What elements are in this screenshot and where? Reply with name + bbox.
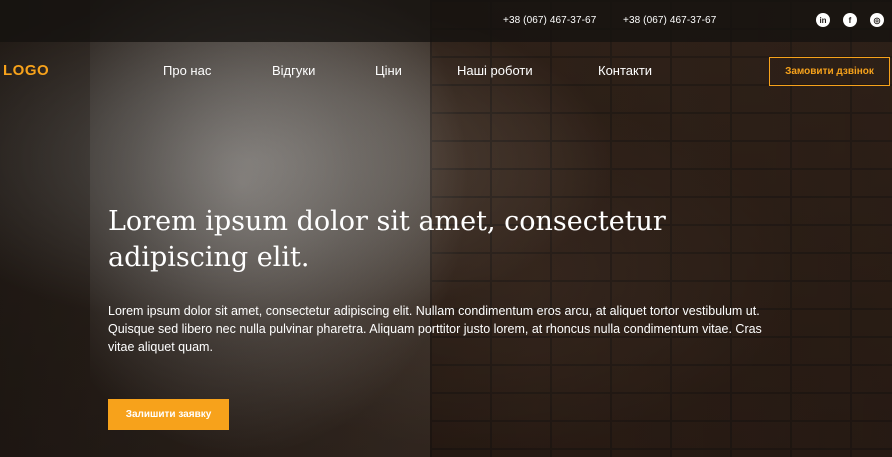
linkedin-icon[interactable]: in	[816, 13, 830, 27]
nav-prices[interactable]: Ціни	[375, 63, 402, 78]
phone-link-2[interactable]: +38 (067) 467-37-67	[623, 15, 716, 26]
leave-request-button[interactable]: Залишити заявку	[108, 399, 229, 430]
phone-link-1[interactable]: +38 (067) 467-37-67	[503, 15, 596, 26]
hero-description: Lorem ipsum dolor sit amet, consectetur …	[108, 304, 762, 354]
nav-our-works[interactable]: Наші роботи	[457, 63, 533, 78]
logo[interactable]: LOGO	[3, 62, 49, 79]
nav-reviews[interactable]: Відгуки	[272, 63, 315, 78]
order-call-button[interactable]: Замовити дзвінок	[769, 57, 890, 86]
facebook-icon[interactable]: f	[843, 13, 857, 27]
hero-title: Lorem ipsum dolor sit amet, consectetur …	[108, 206, 666, 273]
nav-about[interactable]: Про нас	[163, 63, 211, 78]
nav-contacts[interactable]: Контакти	[598, 63, 652, 78]
instagram-icon[interactable]: ◎	[870, 13, 884, 27]
top-bar: +38 (067) 467-37-67 +38 (067) 467-37-67 …	[0, 0, 892, 42]
